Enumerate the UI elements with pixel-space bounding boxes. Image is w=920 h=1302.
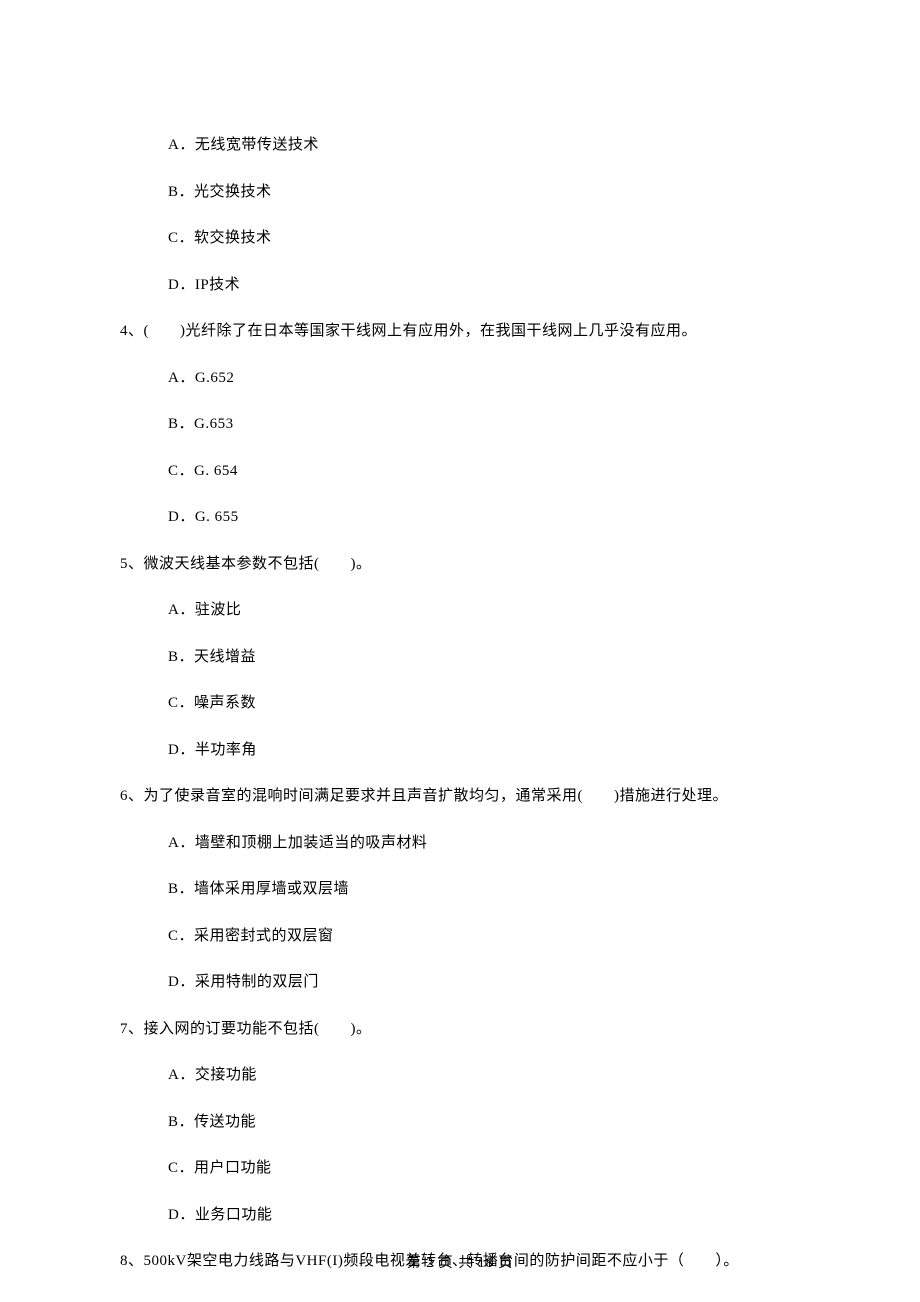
q4-option-b: B．G.653 (168, 413, 800, 436)
q5-option-a: A．驻波比 (168, 599, 800, 622)
q3-option-d: D．IP技术 (168, 274, 800, 297)
q6-option-a: A．墙壁和顶棚上加装适当的吸声材料 (168, 832, 800, 855)
q6-stem: 6、为了使录音室的混响时间满足要求并且声音扩散均匀，通常采用( )措施进行处理。 (120, 785, 800, 808)
q3-option-c: C．软交换技术 (168, 227, 800, 250)
q7-option-a: A．交接功能 (168, 1064, 800, 1087)
q7-option-b: B．传送功能 (168, 1111, 800, 1134)
q7-option-d: D．业务口功能 (168, 1204, 800, 1227)
document-page: A．无线宽带传送技术 B．光交换技术 C．软交换技术 D．IP技术 4、( )光… (0, 0, 920, 1302)
q6-option-d: D．采用特制的双层门 (168, 971, 800, 994)
q3-option-b: B．光交换技术 (168, 181, 800, 204)
q4-option-a: A．G.652 (168, 367, 800, 390)
q6-option-c: C．采用密封式的双层窗 (168, 925, 800, 948)
q4-option-d: D．G. 655 (168, 506, 800, 529)
q3-option-a: A．无线宽带传送技术 (168, 134, 800, 157)
q6-option-b: B．墙体采用厚墙或双层墙 (168, 878, 800, 901)
page-footer: 第 2 页 共 18 页 (0, 1253, 920, 1274)
q5-option-b: B．天线增益 (168, 646, 800, 669)
q4-stem: 4、( )光纤除了在日本等国家干线网上有应用外，在我国干线网上几乎没有应用。 (120, 320, 800, 343)
q5-stem: 5、微波天线基本参数不包括( )。 (120, 553, 800, 576)
q5-option-d: D．半功率角 (168, 739, 800, 762)
q4-option-c: C．G. 654 (168, 460, 800, 483)
q7-option-c: C．用户口功能 (168, 1157, 800, 1180)
q5-option-c: C．噪声系数 (168, 692, 800, 715)
q7-stem: 7、接入网的订要功能不包括( )。 (120, 1018, 800, 1041)
